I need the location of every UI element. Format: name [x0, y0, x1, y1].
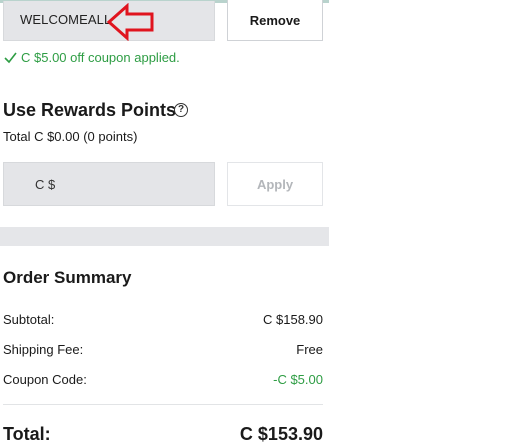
check-icon	[4, 52, 17, 64]
total-label: Total:	[3, 424, 51, 444]
coupon-code-value: WELCOMEALL	[20, 12, 112, 27]
order-total: Total: C $153.90	[3, 424, 323, 445]
section-divider	[0, 227, 329, 246]
rewards-total: Total C $0.00 (0 points)	[3, 129, 138, 144]
help-icon[interactable]: ?	[174, 103, 188, 117]
apply-points-button[interactable]: Apply	[227, 162, 323, 206]
summary-label: Subtotal:	[3, 312, 55, 327]
summary-value-discount: -C $5.00	[273, 372, 323, 387]
total-value: C $153.90	[239, 424, 323, 444]
summary-row-coupon: Coupon Code: -C $5.00	[3, 372, 323, 387]
order-summary-title: Order Summary	[3, 268, 132, 287]
remove-coupon-button[interactable]: Remove	[227, 0, 323, 41]
summary-value: Free	[296, 342, 323, 357]
summary-label: Shipping Fee:	[3, 342, 84, 357]
summary-value: C $158.90	[263, 312, 323, 327]
coupon-code-field[interactable]: WELCOMEALL	[3, 1, 215, 41]
coupon-applied-text: C $5.00 off coupon applied.	[21, 50, 180, 65]
summary-label: Coupon Code:	[3, 372, 87, 387]
rewards-points-field[interactable]: C $	[3, 162, 215, 206]
summary-row-shipping: Shipping Fee: Free	[3, 342, 323, 357]
coupon-applied-message: C $5.00 off coupon applied.	[4, 50, 180, 65]
rewards-title: Use Rewards Points	[3, 100, 177, 120]
left-arrow-icon	[106, 3, 154, 41]
summary-row-subtotal: Subtotal: C $158.90	[3, 312, 323, 327]
currency-prefix: C $	[35, 177, 56, 192]
summary-divider	[3, 404, 323, 405]
